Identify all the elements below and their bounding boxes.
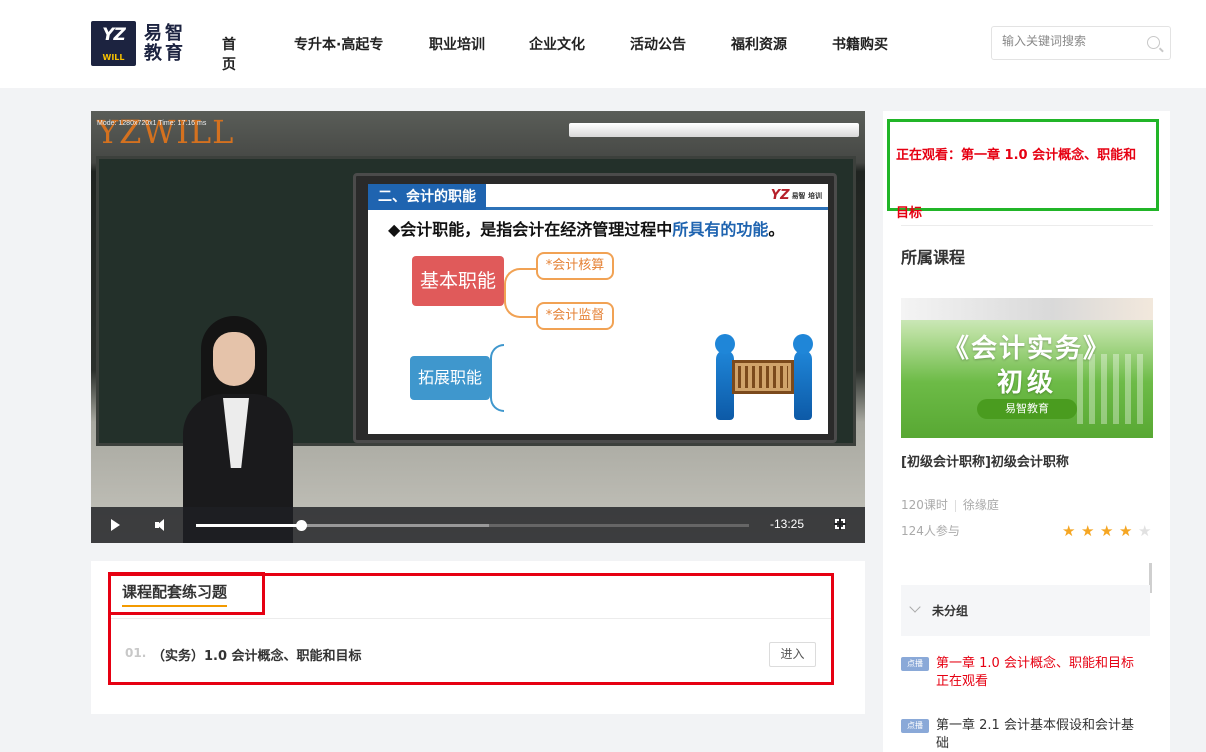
slide-logo-sub: 易智 培训 (791, 191, 822, 200)
site-logo[interactable]: YZ WILL 易智 教育 (91, 21, 186, 66)
video-player[interactable]: YZWILL Mode: 1280x720x1 Time: 17.16 ms 二… (91, 111, 865, 543)
progress-fill (196, 524, 302, 527)
lesson-count: 120课时 (901, 498, 948, 512)
teacher-name: 徐缘庭 (962, 498, 999, 512)
slide-bullet-highlight: 所具有的功能 (672, 220, 769, 239)
presentation-screen: 二、会计的职能 YZ 易智 培训 ◆会计职能，是指会计在经济管理过程中所具有的功能… (353, 173, 837, 443)
lesson-type-badge: 点播 (901, 657, 929, 671)
ceiling-light (569, 123, 859, 137)
player-controls: -13:25 (91, 507, 865, 543)
progress-bar[interactable] (196, 520, 749, 531)
extended-function-box: 拓展职能 (410, 356, 490, 400)
chevron-down-icon (909, 601, 921, 613)
cover-level: 初级 (996, 368, 1057, 398)
star-icon: ★ (1119, 522, 1133, 540)
participant-count: 124人参与 (901, 524, 960, 538)
logo-mark-subtext: WILL (102, 53, 125, 62)
cover-title: 《会计实务》 (942, 334, 1111, 364)
slide-header-bar: 二、会计的职能 YZ 易智 培训 (368, 184, 828, 210)
nav-company-culture[interactable]: 企业文化 (529, 34, 585, 54)
nav-announcements[interactable]: 活动公告 (630, 34, 686, 54)
basic-function-box: 基本职能 (412, 256, 504, 306)
course-cover-image[interactable]: 《会计实务》 初级 易智教育 (901, 298, 1153, 438)
exercise-title: 课程配套练习题 (122, 581, 228, 607)
group-label: 未分组 (932, 604, 969, 618)
time-remaining: -13:25 (770, 517, 805, 531)
slide-bullet: ◆会计职能，是指会计在经济管理过程中所具有的功能。 (388, 216, 784, 240)
slide-logo: YZ 易智 培训 (771, 188, 822, 203)
slide-logo-text: YZ (770, 188, 790, 203)
nav-home[interactable]: 首页 (222, 34, 236, 74)
figure-right (793, 334, 813, 420)
lesson-type-badge: 点播 (901, 719, 929, 733)
lesson-group-header[interactable]: 未分组 (901, 585, 1150, 636)
logo-mark-text: YZ (102, 25, 126, 45)
top-header: YZ WILL 易智 教育 首页 专升本·高起专 职业培训 企业文化 活动公告 … (0, 0, 1206, 88)
fullscreen-icon[interactable] (834, 518, 846, 530)
course-name[interactable]: [初级会计职称]初级会计职称 (901, 451, 1069, 470)
video-watermark: YZWILL (97, 113, 235, 151)
volume-icon[interactable] (155, 519, 169, 531)
video-debug-text: Mode: 1280x720x1 Time: 17.16 ms (97, 120, 207, 127)
cover-brand-badge: 易智教育 (977, 399, 1077, 419)
section-title: 所属课程 (901, 248, 966, 267)
progress-thumb[interactable] (296, 520, 308, 531)
nav-welfare-resources[interactable]: 福利资源 (731, 34, 787, 54)
exercise-number: 01. (125, 646, 147, 660)
enter-exercise-button[interactable]: 进入 (769, 642, 816, 667)
divider (901, 225, 1153, 226)
lesson-item[interactable]: 点播 第一章 1.0 会计概念、职能和目标 正在观看 (901, 655, 1153, 695)
lesson-title: 第一章 1.0 会计概念、职能和目标 正在观看 (936, 656, 1134, 689)
search-input[interactable] (1002, 34, 1142, 48)
meta-separator (954, 499, 956, 512)
search-box (991, 26, 1171, 60)
logo-wordmark-line2: 教育 (144, 42, 186, 64)
teacher-face (213, 332, 255, 386)
play-icon[interactable] (111, 519, 120, 531)
abacus-illustration (710, 334, 820, 426)
mindmap-connector-blue (490, 344, 504, 412)
mindmap-connector (504, 268, 536, 318)
nav-vocational-training[interactable]: 职业培训 (429, 34, 485, 54)
cover-top-strip (901, 298, 1153, 320)
slide-heading: 二、会计的职能 (368, 184, 486, 210)
logo-mark: YZ WILL (91, 21, 136, 66)
slide-bullet-suffix: 。 (768, 220, 785, 239)
nav-upgrade-degree[interactable]: 专升本·高起专 (294, 34, 383, 54)
nav-book-shop[interactable]: 书籍购买 (832, 34, 888, 54)
course-sidebar: 正在观看：第一章 1.0 会计概念、职能和目标 所属课程 《会计实务》 初级 易… (883, 111, 1170, 752)
star-icon: ★ (1100, 522, 1114, 540)
slide-bullet-text: ◆会计职能，是指会计在经济管理过程中 (388, 220, 673, 239)
star-icon: ★ (1138, 522, 1152, 540)
abacus (732, 360, 794, 394)
rating-stars: ★ ★ ★ ★ ★ (1062, 524, 1157, 539)
sub-function-supervision: *会计监督 (536, 302, 614, 330)
slide: 二、会计的职能 YZ 易智 培训 ◆会计职能，是指会计在经济管理过程中所具有的功能… (368, 184, 828, 434)
search-icon[interactable] (1147, 36, 1160, 49)
star-icon: ★ (1062, 522, 1076, 540)
sub-function-accounting: *会计核算 (536, 252, 614, 280)
course-meta: 120课时 徐缘庭 (901, 496, 999, 513)
logo-wordmark-line1: 易智 (144, 22, 186, 44)
logo-wordmark: 易智 教育 (144, 22, 186, 64)
divider (111, 618, 831, 619)
lesson-item[interactable]: 点播 第一章 2.1 会计基本假设和会计基础 (901, 717, 1153, 751)
star-icon: ★ (1081, 522, 1095, 540)
exercise-panel: 课程配套练习题 01. （实务）1.0 会计概念、职能和目标 进入 (91, 561, 865, 714)
exercise-item-label[interactable]: （实务）1.0 会计概念、职能和目标 (152, 645, 362, 664)
lesson-title: 第一章 2.1 会计基本假设和会计基础 (936, 718, 1134, 751)
